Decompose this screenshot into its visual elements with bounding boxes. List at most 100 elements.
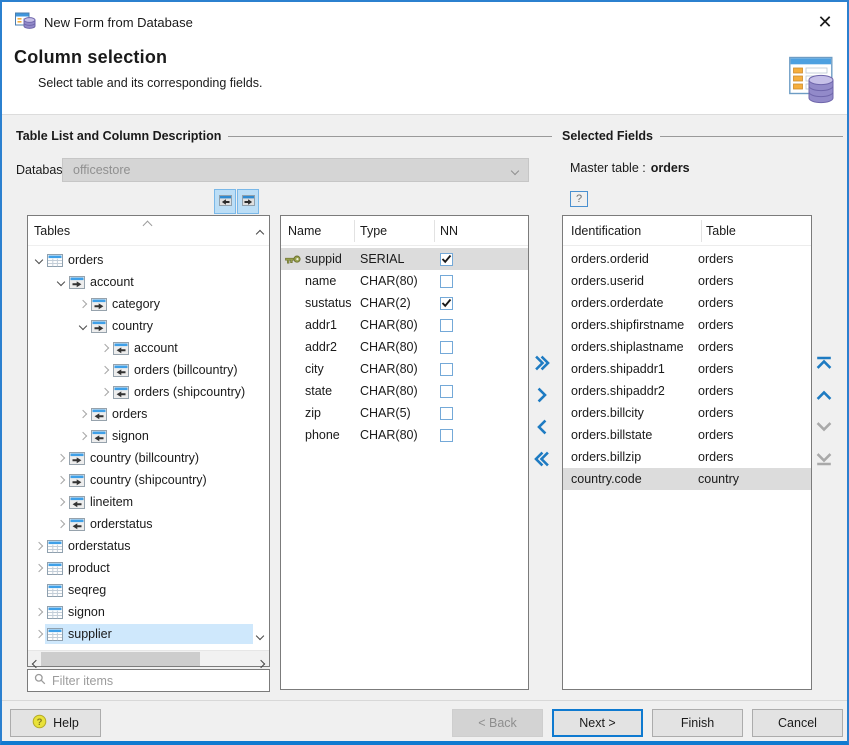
move-up-button[interactable] (813, 386, 835, 406)
tree-item-body: orders (shipcountry) (111, 382, 253, 402)
expander-closed-icon[interactable] (55, 455, 67, 461)
col-header-type[interactable]: Type (360, 224, 387, 238)
scroll-right-icon[interactable] (258, 656, 264, 670)
expander-closed-icon[interactable] (55, 477, 67, 483)
column-row-addr2[interactable]: addr2CHAR(80) (281, 336, 528, 358)
selected-field-row-orders-userid[interactable]: orders.useridorders (563, 270, 811, 292)
column-row-state[interactable]: stateCHAR(80) (281, 380, 528, 402)
remove-all-fields-button[interactable] (531, 450, 553, 470)
column-row-phone[interactable]: phoneCHAR(80) (281, 424, 528, 446)
expander-closed-icon[interactable] (99, 367, 111, 373)
not-null-checkbox[interactable] (440, 319, 453, 332)
expander-closed-icon[interactable] (77, 411, 89, 417)
tree-item-body: account (67, 272, 253, 292)
tree-item-orders-billcountry[interactable]: orders (billcountry) (28, 359, 253, 381)
tree-item-orderstatus[interactable]: orderstatus (28, 535, 253, 557)
not-null-checkbox[interactable] (440, 407, 453, 420)
help-button[interactable]: ? Help (10, 709, 101, 737)
column-row-addr1[interactable]: addr1CHAR(80) (281, 314, 528, 336)
top-arrow-icon (816, 355, 832, 374)
col-header-identification[interactable]: Identification (571, 224, 641, 238)
field-table: orders (698, 406, 733, 420)
tree-item-country-billcountry[interactable]: country (billcountry) (28, 447, 253, 469)
scroll-up-icon[interactable] (257, 226, 263, 240)
tree-item-account[interactable]: account (28, 271, 253, 293)
column-row-sustatus[interactable]: sustatusCHAR(2) (281, 292, 528, 314)
expander-closed-icon[interactable] (99, 389, 111, 395)
tree-item-orderstatus[interactable]: orderstatus (28, 513, 253, 535)
column-name: city (305, 362, 360, 376)
add-field-button[interactable] (531, 386, 553, 406)
tree-item-product[interactable]: product (28, 557, 253, 579)
not-null-checkbox[interactable] (440, 275, 453, 288)
selected-field-row-orders-shipfirstname[interactable]: orders.shipfirstnameorders (563, 314, 811, 336)
not-null-checkbox[interactable] (440, 297, 453, 310)
expander-closed-icon[interactable] (33, 631, 45, 637)
tree-header[interactable]: Tables (28, 216, 269, 246)
scroll-down-icon[interactable] (257, 628, 263, 642)
expander-open-icon[interactable] (55, 279, 67, 285)
move-top-button[interactable] (813, 354, 835, 374)
expander-closed-icon[interactable] (77, 433, 89, 439)
tree-item-signon[interactable]: signon (28, 425, 253, 447)
tree-item-country-shipcountry[interactable]: country (shipcountry) (28, 469, 253, 491)
tree-item-account[interactable]: account (28, 337, 253, 359)
column-row-name[interactable]: nameCHAR(80) (281, 270, 528, 292)
expander-closed-icon[interactable] (33, 565, 45, 571)
close-icon[interactable]: ✕ (811, 8, 839, 36)
selected-field-row-orders-billzip[interactable]: orders.billziporders (563, 446, 811, 468)
selected-field-row-orders-shipaddr1[interactable]: orders.shipaddr1orders (563, 358, 811, 380)
horizontal-scrollbar[interactable] (28, 650, 269, 666)
not-null-checkbox[interactable] (440, 429, 453, 442)
remove-field-button[interactable] (531, 418, 553, 438)
column-row-zip[interactable]: zipCHAR(5) (281, 402, 528, 424)
tree-item-category[interactable]: category (28, 293, 253, 315)
tree-item-orders[interactable]: orders (28, 403, 253, 425)
scroll-left-icon[interactable] (33, 656, 39, 670)
col-header-name[interactable]: Name (288, 224, 321, 238)
expander-closed-icon[interactable] (99, 345, 111, 351)
selected-field-row-orders-orderid[interactable]: orders.orderidorders (563, 248, 811, 270)
not-null-checkbox[interactable] (440, 253, 453, 266)
not-null-checkbox[interactable] (440, 341, 453, 354)
tree-item-seqreg[interactable]: seqreg (28, 579, 253, 601)
column-row-suppid[interactable]: suppidSERIAL (281, 248, 528, 270)
expander-closed-icon[interactable] (77, 301, 89, 307)
finish-button[interactable]: Finish (652, 709, 743, 737)
expander-closed-icon[interactable] (33, 543, 45, 549)
cancel-button[interactable]: Cancel (752, 709, 843, 737)
expander-closed-icon[interactable] (55, 499, 67, 505)
selected-field-row-orders-billcity[interactable]: orders.billcityorders (563, 402, 811, 424)
scrollbar-thumb[interactable] (41, 652, 200, 666)
selected-field-row-orders-shipaddr2[interactable]: orders.shipaddr2orders (563, 380, 811, 402)
selected-field-row-orders-orderdate[interactable]: orders.orderdateorders (563, 292, 811, 314)
selected-field-row-orders-shiplastname[interactable]: orders.shiplastnameorders (563, 336, 811, 358)
tree-item-lineitem[interactable]: lineitem (28, 491, 253, 513)
tree-item-signon[interactable]: signon (28, 601, 253, 623)
column-row-city[interactable]: cityCHAR(80) (281, 358, 528, 380)
tree-item-orders-shipcountry[interactable]: orders (shipcountry) (28, 381, 253, 403)
tree-item-supplier[interactable]: supplier (28, 623, 253, 645)
col-header-table[interactable]: Table (706, 224, 736, 238)
relation-in-icon (113, 386, 129, 399)
not-null-checkbox[interactable] (440, 363, 453, 376)
tree-item-country[interactable]: country (28, 315, 253, 337)
tree-item-orders[interactable]: orders (28, 249, 253, 271)
tree-item-label: orders (billcountry) (134, 363, 238, 377)
fields-table-header[interactable]: Identification Table (563, 216, 811, 246)
detach-table-button[interactable] (214, 189, 236, 214)
expander-open-icon[interactable] (33, 257, 45, 263)
filter-input[interactable] (52, 674, 263, 688)
not-null-checkbox[interactable] (440, 385, 453, 398)
add-all-fields-button[interactable] (531, 354, 553, 374)
next-button[interactable]: Next > (552, 709, 643, 737)
columns-table-header[interactable]: Name Type NN (281, 216, 528, 246)
expander-closed-icon[interactable] (33, 609, 45, 615)
selected-field-row-country-code[interactable]: country.codecountry (563, 468, 811, 490)
selected-field-row-orders-billstate[interactable]: orders.billstateorders (563, 424, 811, 446)
attach-table-button[interactable] (237, 189, 259, 214)
col-header-nn[interactable]: NN (440, 224, 458, 238)
expander-closed-icon[interactable] (55, 521, 67, 527)
help-tip-button[interactable]: ? (570, 191, 588, 207)
expander-open-icon[interactable] (77, 323, 89, 329)
